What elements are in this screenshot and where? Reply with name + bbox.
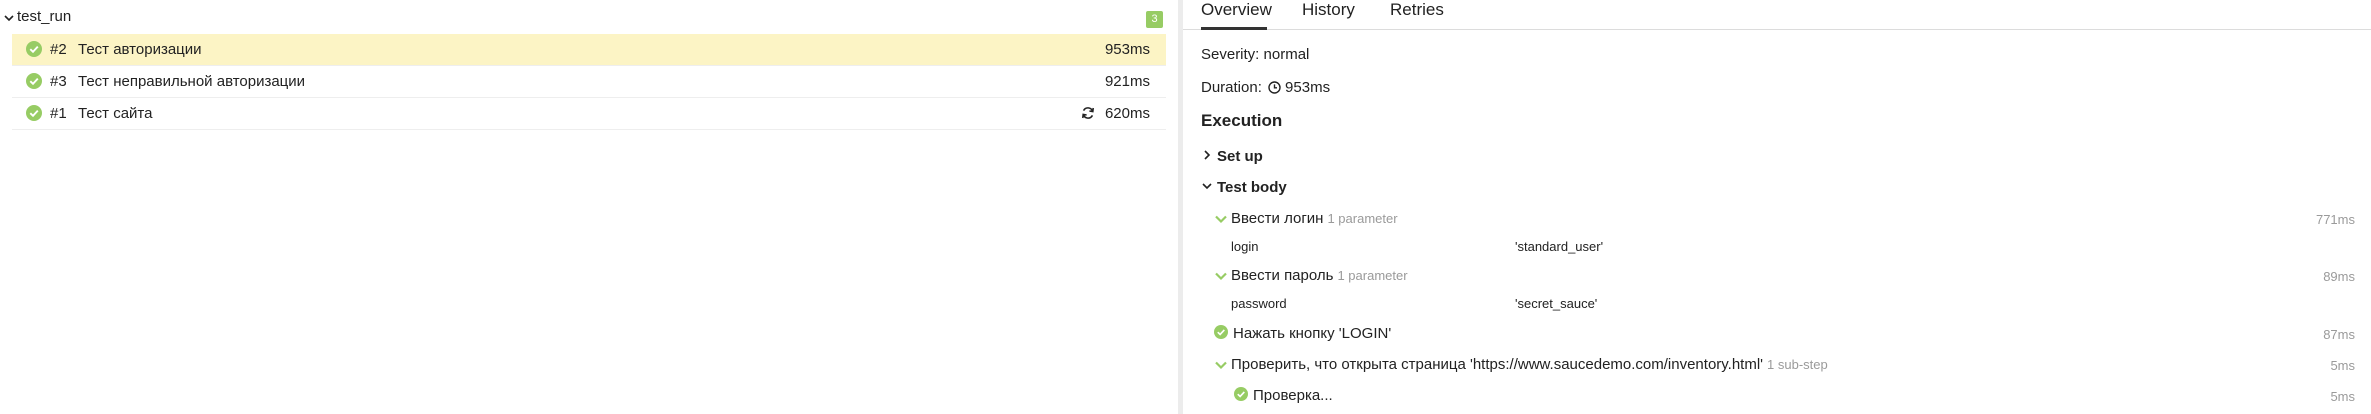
passed-check-icon: [1234, 387, 1250, 403]
step-duration: 5ms: [2330, 389, 2355, 404]
step-name: Нажать кнопку 'LOGIN': [1233, 325, 1392, 342]
test-name: Тест авторизации: [78, 41, 202, 58]
test-number: #3: [50, 73, 67, 90]
test-row[interactable]: #2 Тест авторизации 953ms: [12, 34, 1166, 66]
test-number: #1: [50, 105, 67, 122]
step-row[interactable]: Нажать кнопку 'LOGIN': [1214, 325, 1391, 342]
step-duration: 89ms: [2323, 269, 2355, 284]
test-name: Тест сайта: [78, 105, 153, 122]
execution-title: Execution: [1201, 111, 1283, 130]
step-parameter-count: 1 parameter: [1327, 211, 1398, 226]
test-details-pane: Overview History Retries Severity: norma…: [1183, 0, 2371, 414]
step-row[interactable]: Ввести логин 1 parameter: [1214, 210, 1398, 230]
test-name: Тест неправильной авторизации: [78, 73, 306, 90]
step-row[interactable]: Ввести пароль 1 parameter: [1214, 267, 1408, 287]
stage-test-body[interactable]: Test body: [1201, 179, 1287, 196]
test-duration: 921ms: [1104, 73, 1150, 90]
chevron-right-icon: [1201, 149, 1215, 163]
group-title: test_run: [17, 8, 72, 25]
tab-retries[interactable]: Retries: [1390, 0, 1444, 27]
parameter-name: password: [1231, 296, 1287, 311]
step-row[interactable]: Проверить, что открыта страница 'https:/…: [1214, 356, 1828, 376]
duration-value: 953ms: [1285, 79, 1331, 96]
passed-check-icon: [26, 73, 42, 89]
passed-check-icon: [1214, 325, 1230, 341]
chevron-down-icon: [3, 12, 17, 26]
test-row[interactable]: #3 Тест неправильной авторизации 921ms: [12, 66, 1166, 98]
tab-history[interactable]: History: [1302, 0, 1355, 27]
parameter-value: 'secret_sauce': [1515, 296, 1598, 311]
step-name: Проверить, что открыта страница 'https:/…: [1231, 356, 1764, 373]
passed-count-badge: 3: [1146, 11, 1163, 28]
test-tree-pane: test_run 3 #2 Тест авторизации 953ms #3 …: [0, 0, 1178, 414]
passed-check-icon: [26, 41, 42, 57]
parameter-value: 'standard_user': [1515, 239, 1604, 254]
test-row[interactable]: #1 Тест сайта 620ms: [12, 98, 1166, 130]
chevron-down-icon: [1201, 180, 1215, 194]
group-header-test-run[interactable]: test_run 3: [0, 4, 1178, 30]
severity-text: Severity: normal: [1201, 46, 1310, 63]
duration-label: Duration:: [1201, 79, 1262, 96]
step-row[interactable]: Проверка...: [1234, 387, 1333, 404]
parameter-name: login: [1231, 239, 1259, 254]
step-name: Ввести логин: [1231, 210, 1324, 227]
step-duration: 771ms: [2315, 212, 2355, 227]
step-name: Ввести пароль: [1231, 267, 1334, 284]
clock-icon: [1268, 81, 1281, 94]
test-duration: 953ms: [1104, 41, 1150, 58]
step-duration: 87ms: [2323, 327, 2355, 342]
tab-overview[interactable]: Overview: [1201, 0, 1272, 30]
step-substep-count: 1 sub-step: [1767, 357, 1828, 372]
stage-label: Test body: [1217, 179, 1287, 196]
duration-line: Duration: 953ms: [1201, 79, 1330, 96]
chevron-down-icon: [1214, 358, 1228, 376]
step-name: Проверка...: [1253, 387, 1333, 404]
chevron-down-icon: [1214, 212, 1228, 230]
stage-set-up[interactable]: Set up: [1201, 148, 1263, 165]
step-parameter-count: 1 parameter: [1337, 268, 1408, 283]
test-duration: 620ms: [1104, 105, 1150, 122]
test-number: #2: [50, 41, 67, 58]
retry-icon: [1081, 106, 1095, 120]
passed-check-icon: [26, 105, 42, 121]
chevron-down-icon: [1214, 269, 1228, 287]
details-tabs: Overview History Retries: [1183, 0, 2371, 30]
stage-label: Set up: [1217, 148, 1263, 165]
step-duration: 5ms: [2330, 358, 2355, 373]
